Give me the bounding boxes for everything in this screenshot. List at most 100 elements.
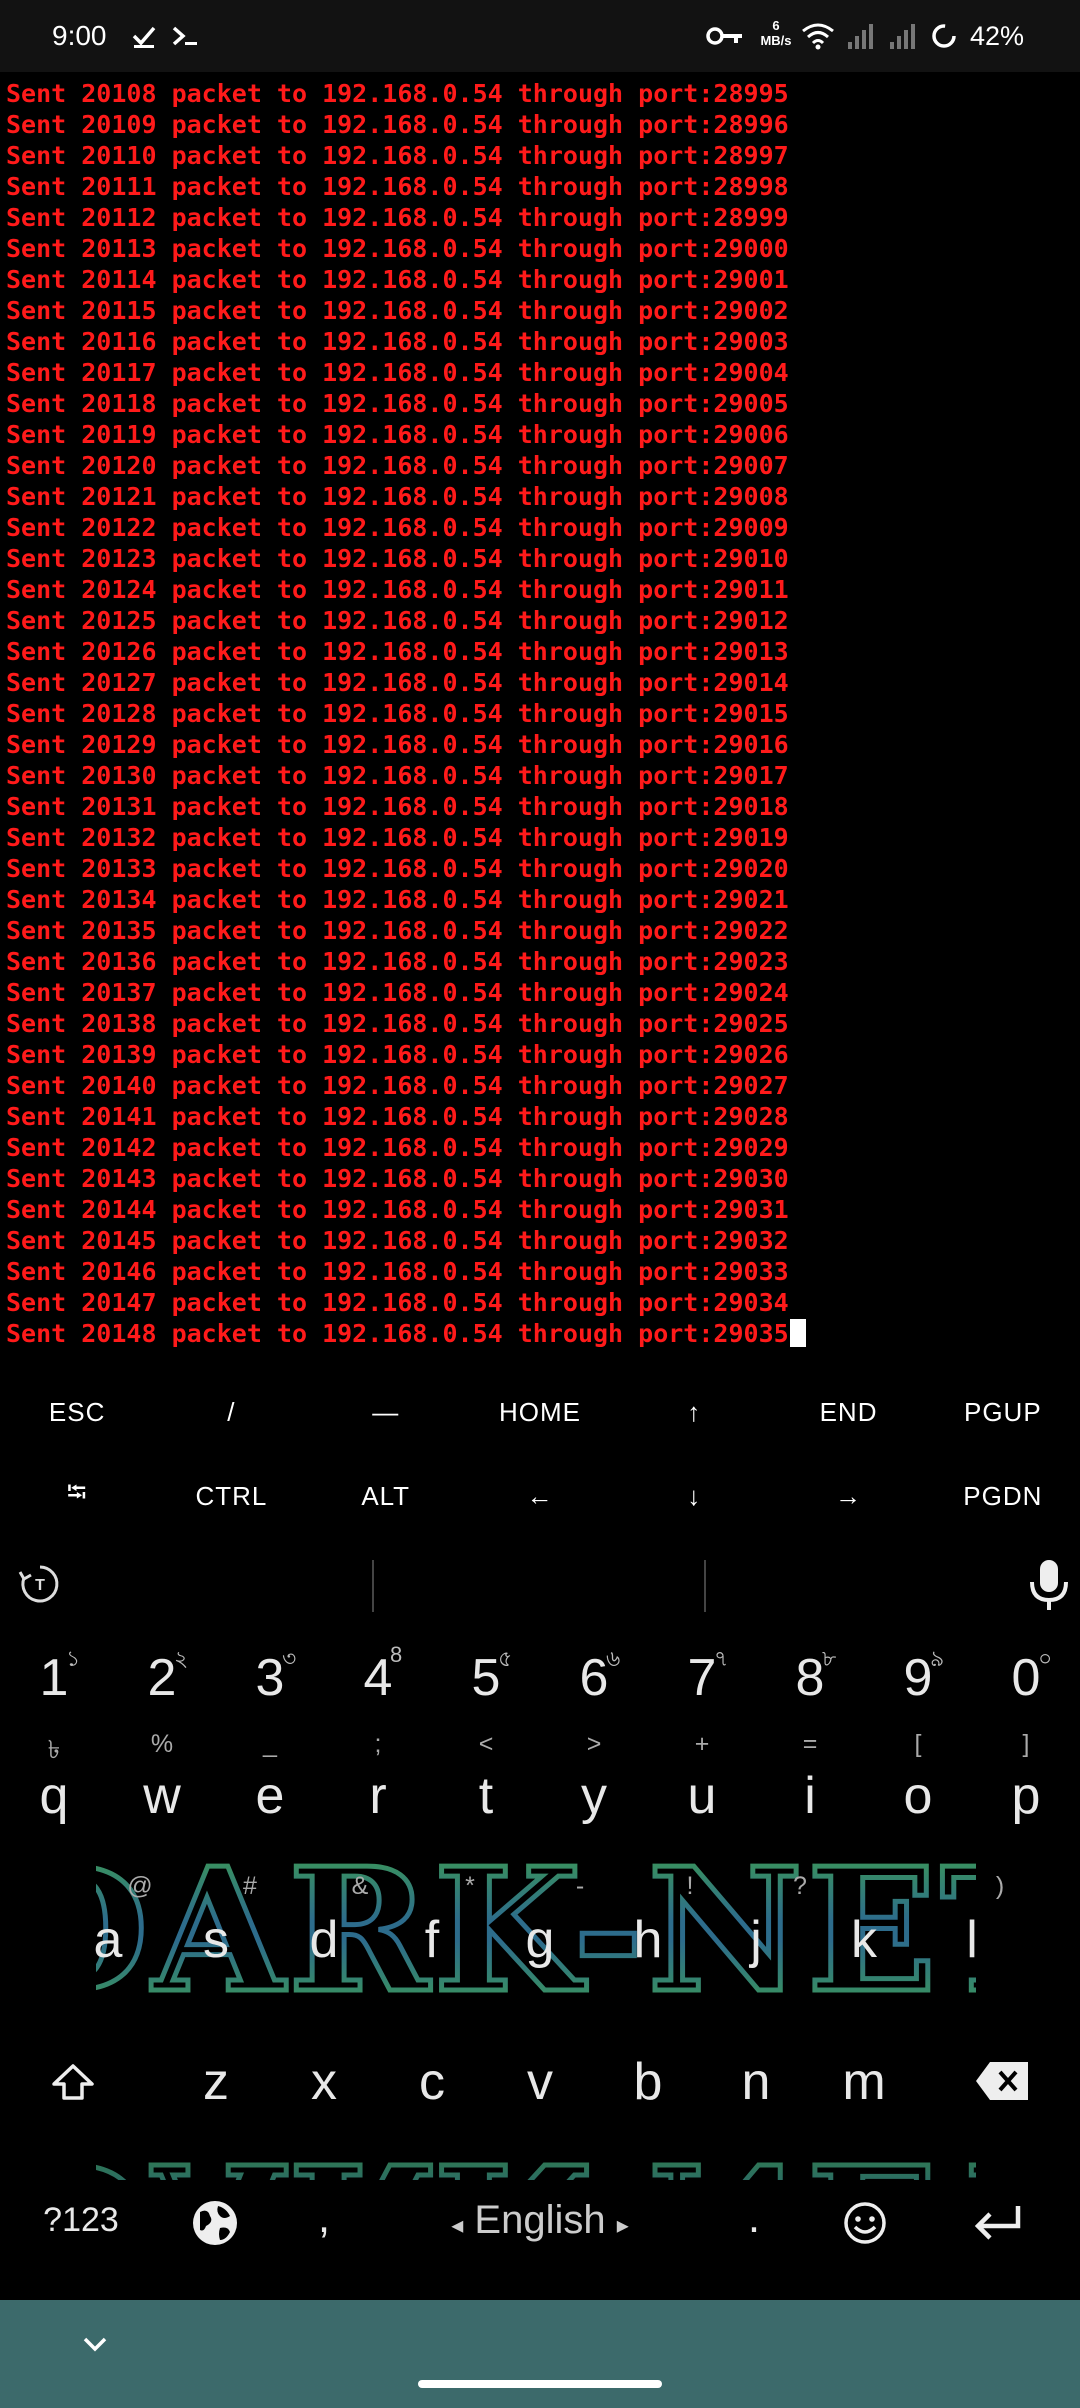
theme-art-reflection: DARK-NET	[96, 2124, 976, 2180]
key-symbol-hint: !	[686, 1872, 694, 1900]
network-speed: 6 MB/s	[756, 18, 796, 48]
letter-key-label: p	[1011, 1767, 1041, 1825]
extra-key[interactable]: /	[154, 1370, 308, 1454]
extra-key[interactable]: ALT	[309, 1454, 463, 1538]
letter-key-label: o	[903, 1767, 933, 1825]
wifi-icon	[800, 18, 836, 54]
letter-key[interactable]: j	[722, 1910, 790, 1970]
letter-key[interactable]: a	[74, 1910, 142, 1970]
signal-icon	[844, 18, 878, 54]
letter-key[interactable]: y	[560, 1766, 628, 1826]
extra-key[interactable]: END	[771, 1370, 925, 1454]
globe-icon[interactable]	[190, 2198, 240, 2252]
number-key[interactable]: 1১	[20, 1646, 88, 1708]
number-key[interactable]: 2২	[128, 1646, 196, 1708]
extra-key[interactable]: ↑	[617, 1370, 771, 1454]
number-key-label: 8	[795, 1649, 825, 1707]
letter-key[interactable]: c	[398, 2052, 466, 2112]
terminal-line: Sent 20136 packet to 192.168.0.54 throug…	[6, 947, 789, 976]
letter-key[interactable]: w	[128, 1766, 196, 1826]
letter-key-label: f	[424, 1911, 440, 1969]
comma-key[interactable]: ,	[300, 2188, 348, 2248]
translate-icon[interactable]: T	[18, 1562, 62, 1610]
extra-key[interactable]: ESC	[0, 1370, 154, 1454]
number-key[interactable]: 6৬	[560, 1646, 628, 1708]
letter-key[interactable]: d	[290, 1910, 358, 1970]
number-key[interactable]: 48	[344, 1642, 412, 1708]
letter-key[interactable]: x	[290, 2052, 358, 2112]
backspace-icon[interactable]	[974, 2058, 1032, 2108]
key-symbol-hint: >	[586, 1730, 602, 1758]
terminal-line: Sent 20118 packet to 192.168.0.54 throug…	[6, 389, 789, 418]
extra-key[interactable]: ←	[463, 1454, 617, 1538]
letter-key-label: h	[633, 1911, 663, 1969]
letter-key[interactable]: i	[776, 1766, 844, 1826]
space-key[interactable]: ◂ English ▸	[420, 2188, 660, 2258]
letter-key[interactable]: o	[884, 1766, 952, 1826]
extra-key[interactable]: PGDN	[926, 1454, 1080, 1538]
enter-icon[interactable]	[972, 2202, 1024, 2246]
terminal-line: Sent 20135 packet to 192.168.0.54 throug…	[6, 916, 789, 945]
letter-key-label: z	[203, 2053, 229, 2111]
terminal-line: Sent 20117 packet to 192.168.0.54 throug…	[6, 358, 789, 387]
emoji-icon[interactable]	[842, 2200, 888, 2250]
terminal-line: Sent 20114 packet to 192.168.0.54 throug…	[6, 265, 789, 294]
extra-key[interactable]: ⭾	[0, 1454, 154, 1538]
shift-icon[interactable]	[50, 2062, 96, 2106]
number-key[interactable]: 7৭	[668, 1646, 736, 1708]
terminal-line: Sent 20111 packet to 192.168.0.54 throug…	[6, 172, 789, 201]
extra-key[interactable]: PGUP	[926, 1370, 1080, 1454]
letter-key[interactable]: v	[506, 2052, 574, 2112]
letter-key-label: k	[851, 1911, 877, 1969]
terminal-output[interactable]: Sent 20108 packet to 192.168.0.54 throug…	[0, 78, 1080, 1353]
letter-key[interactable]: l	[938, 1910, 1006, 1970]
letter-key[interactable]: t	[452, 1766, 520, 1826]
extra-key[interactable]: ↓	[617, 1454, 771, 1538]
letter-key[interactable]: r	[344, 1766, 412, 1826]
terminal-line: Sent 20137 packet to 192.168.0.54 throug…	[6, 978, 789, 1007]
letter-key[interactable]: m	[830, 2052, 898, 2112]
extra-key[interactable]: CTRL	[154, 1454, 308, 1538]
letter-key[interactable]: z	[182, 2052, 250, 2112]
terminal-line: Sent 20127 packet to 192.168.0.54 throug…	[6, 668, 789, 697]
terminal-line: Sent 20143 packet to 192.168.0.54 throug…	[6, 1164, 789, 1193]
terminal-line: Sent 20113 packet to 192.168.0.54 throug…	[6, 234, 789, 263]
extra-key[interactable]: —	[309, 1370, 463, 1454]
number-key[interactable]: 0০	[992, 1646, 1060, 1708]
extra-key[interactable]: →	[771, 1454, 925, 1538]
status-bar: 9:00 6 MB/s 42%	[0, 0, 1080, 72]
extra-keys-row-2: ⭾ CTRL ALT ← ↓ → PGDN	[0, 1454, 1080, 1538]
letter-key[interactable]: g	[506, 1910, 574, 1970]
number-key[interactable]: 5৫	[452, 1646, 520, 1708]
terminal-line: Sent 20115 packet to 192.168.0.54 throug…	[6, 296, 789, 325]
period-key[interactable]: .	[730, 2188, 778, 2248]
letter-key[interactable]: q	[20, 1766, 88, 1826]
keyboard-hide-icon[interactable]	[80, 2334, 110, 2358]
period-key-label: .	[747, 2193, 761, 2242]
number-key[interactable]: 9৯	[884, 1646, 952, 1708]
letter-key[interactable]: u	[668, 1766, 736, 1826]
letter-key-label: x	[311, 2053, 337, 2111]
home-gesture-bar[interactable]	[418, 2380, 662, 2388]
number-key[interactable]: 3৩	[236, 1646, 304, 1708]
symbols-key[interactable]: ?123	[36, 2195, 126, 2245]
terminal-line: Sent 20140 packet to 192.168.0.54 throug…	[6, 1071, 789, 1100]
letter-key[interactable]: n	[722, 2052, 790, 2112]
letter-key-label: j	[750, 1911, 762, 1969]
letter-key[interactable]: e	[236, 1766, 304, 1826]
letter-key[interactable]: s	[182, 1910, 250, 1970]
number-key-hint: ৮	[822, 1646, 837, 1671]
letter-key[interactable]: p	[992, 1766, 1060, 1826]
microphone-icon[interactable]	[1026, 1556, 1072, 1618]
letter-key[interactable]: b	[614, 2052, 682, 2112]
letter-key[interactable]: h	[614, 1910, 682, 1970]
key-symbol-hint: *	[465, 1872, 475, 1900]
number-key[interactable]: 8৮	[776, 1646, 844, 1708]
extra-key[interactable]: HOME	[463, 1370, 617, 1454]
terminal-line: Sent 20125 packet to 192.168.0.54 throug…	[6, 606, 789, 635]
letter-key-label: c	[419, 2053, 445, 2111]
letter-key[interactable]: f	[398, 1910, 466, 1970]
letter-key-label: t	[478, 1767, 494, 1825]
number-key-label: 7	[687, 1649, 717, 1707]
letter-key[interactable]: k	[830, 1910, 898, 1970]
